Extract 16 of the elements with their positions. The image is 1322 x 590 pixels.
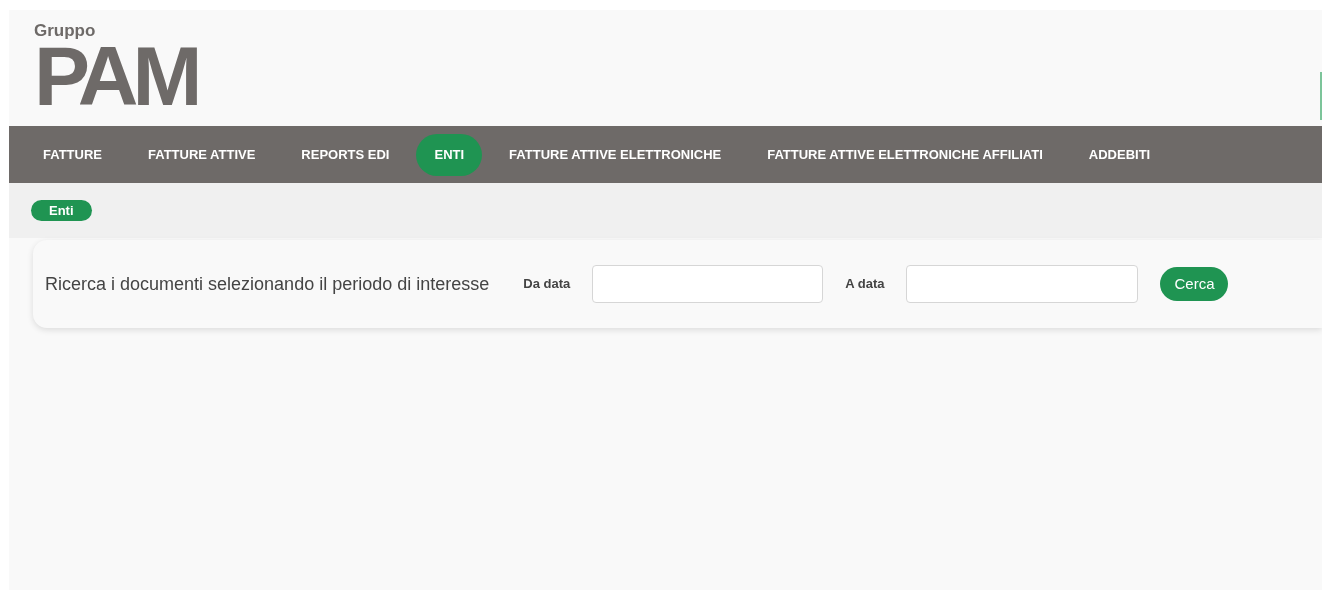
nav-tab[interactable]: FATTURE ATTIVE xyxy=(137,133,267,176)
logo-wordmark: PAM xyxy=(34,41,197,111)
search-title: Ricerca i documenti selezionando il periodo di interesse xyxy=(45,272,490,296)
nav-tab[interactable]: FATTURE xyxy=(32,133,113,176)
search-button[interactable]: Cerca xyxy=(1160,267,1229,301)
breadcrumb-pill[interactable]: Enti xyxy=(31,200,92,221)
nav-tab[interactable]: FATTURE ATTIVE ELETTRONICHE AFFILIATI xyxy=(756,133,1054,176)
from-date-field[interactable] xyxy=(592,265,824,303)
to-date-field[interactable] xyxy=(906,265,1139,303)
nav-tab[interactable]: ADDEBITI xyxy=(1077,133,1162,176)
to-date-label: A data xyxy=(845,275,885,294)
logo-subtitle: Gruppo xyxy=(34,22,97,39)
nav-tab[interactable]: FATTURE ATTIVE ELETTRONICHE xyxy=(498,133,733,176)
from-date-label: Da data xyxy=(523,275,571,294)
nav-tab[interactable]: REPORTS EDI xyxy=(290,133,401,176)
nav-tab[interactable]: ENTI xyxy=(416,133,483,176)
